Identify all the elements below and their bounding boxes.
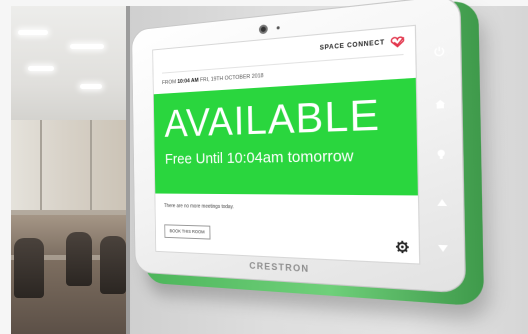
office-photo (0, 0, 128, 334)
book-room-button[interactable]: BOOK THIS ROOM (164, 224, 211, 240)
down-icon (438, 244, 448, 253)
frame-band-left (0, 0, 11, 334)
office-chair (14, 238, 44, 298)
current-date: FRI, 19TH OCTOBER 2018 (199, 72, 264, 84)
ceiling-light (80, 84, 102, 89)
lightbulb-icon[interactable] (433, 146, 450, 162)
lightbulb-icon (437, 149, 445, 159)
availability-panel: AVAILABLE Free Until 10:04am tomorrow (153, 77, 421, 196)
scene: SPACE CONNECT FROM 10:04 AM FRI, 19TH OC… (0, 0, 528, 334)
heart-outline-icon (389, 36, 405, 49)
manufacturer-logo: CRESTRON (249, 260, 310, 275)
device-bezel: SPACE CONNECT FROM 10:04 AM FRI, 19TH OC… (131, 0, 467, 294)
datetime-prefix: FROM (162, 79, 177, 87)
down-icon[interactable] (434, 240, 451, 257)
office-chair (100, 236, 126, 294)
up-icon[interactable] (433, 194, 450, 210)
room-booking-screen[interactable]: SPACE CONNECT FROM 10:04 AM FRI, 19TH OC… (152, 24, 421, 265)
brand-name: SPACE CONNECT (319, 39, 385, 52)
office-window (0, 120, 128, 210)
window-mullion (40, 120, 42, 210)
window-mullion (90, 120, 92, 210)
meetings-note: There are no more meetings today. (163, 203, 234, 211)
status-title: AVAILABLE (164, 91, 381, 146)
gear-icon[interactable] (395, 240, 409, 254)
current-time: 10:04 AM (177, 77, 199, 86)
wall-edge (126, 0, 130, 334)
brand-row: SPACE CONNECT (320, 36, 406, 54)
home-icon[interactable] (432, 95, 449, 112)
home-icon (435, 99, 446, 109)
office-chair (66, 232, 92, 286)
ceiling-light (28, 66, 54, 71)
status-subtitle: Free Until 10:04am tomorrow (164, 147, 354, 168)
ceiling-light (70, 44, 104, 49)
touch-panel-device: SPACE CONNECT FROM 10:04 AM FRI, 19TH OC… (131, 0, 490, 322)
header-divider (161, 53, 404, 74)
camera-icon (258, 24, 268, 35)
sensor-icon (276, 26, 280, 30)
ceiling (0, 0, 128, 120)
date-time: FROM 10:04 AM FRI, 19TH OCTOBER 2018 (162, 73, 264, 86)
up-icon (437, 199, 448, 207)
ceiling-light (18, 30, 48, 35)
power-icon[interactable] (431, 42, 448, 59)
power-icon (433, 45, 445, 57)
